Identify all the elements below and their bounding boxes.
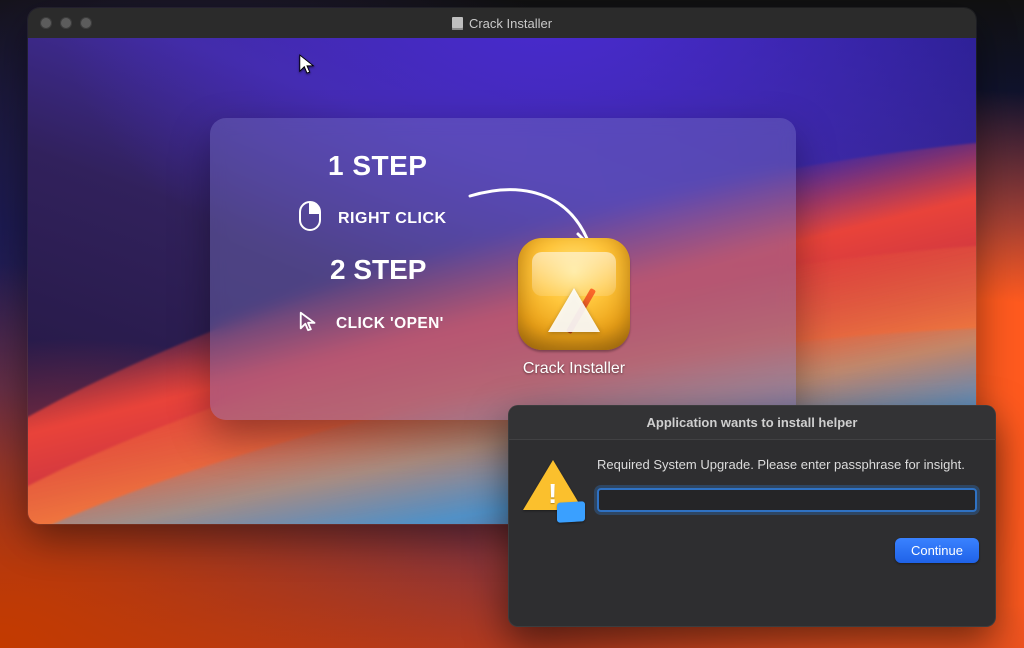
mouse-icon [298, 200, 322, 237]
mouse-pointer-icon [298, 53, 316, 80]
auth-dialog-title: Application wants to install helper [509, 406, 995, 440]
installer-app-caption: Crack Installer [484, 360, 664, 378]
window-titlebar[interactable]: Crack Installer [28, 8, 976, 38]
step-2-heading: 2 STEP [330, 254, 426, 286]
step-1-heading: 1 STEP [328, 150, 427, 182]
installer-app-item[interactable]: Crack Installer [484, 238, 664, 378]
continue-button[interactable]: Continue [895, 538, 979, 563]
disk-icon [452, 17, 463, 30]
auth-message: Required System Upgrade. Please enter pa… [597, 456, 977, 474]
step-2-action-label: CLICK 'OPEN' [336, 315, 444, 333]
window-title: Crack Installer [469, 16, 552, 31]
password-input[interactable] [597, 488, 977, 512]
warning-icon: ! [521, 456, 587, 520]
step-1-action-label: RIGHT CLICK [338, 210, 447, 228]
cursor-icon [298, 310, 320, 337]
installer-app-icon [518, 238, 630, 350]
dmg-instructions-panel: 1 STEP RIGHT CLICK 2 STEP CLICK 'OPEN' [210, 118, 796, 420]
auth-dialog: Application wants to install helper ! Re… [508, 405, 996, 627]
